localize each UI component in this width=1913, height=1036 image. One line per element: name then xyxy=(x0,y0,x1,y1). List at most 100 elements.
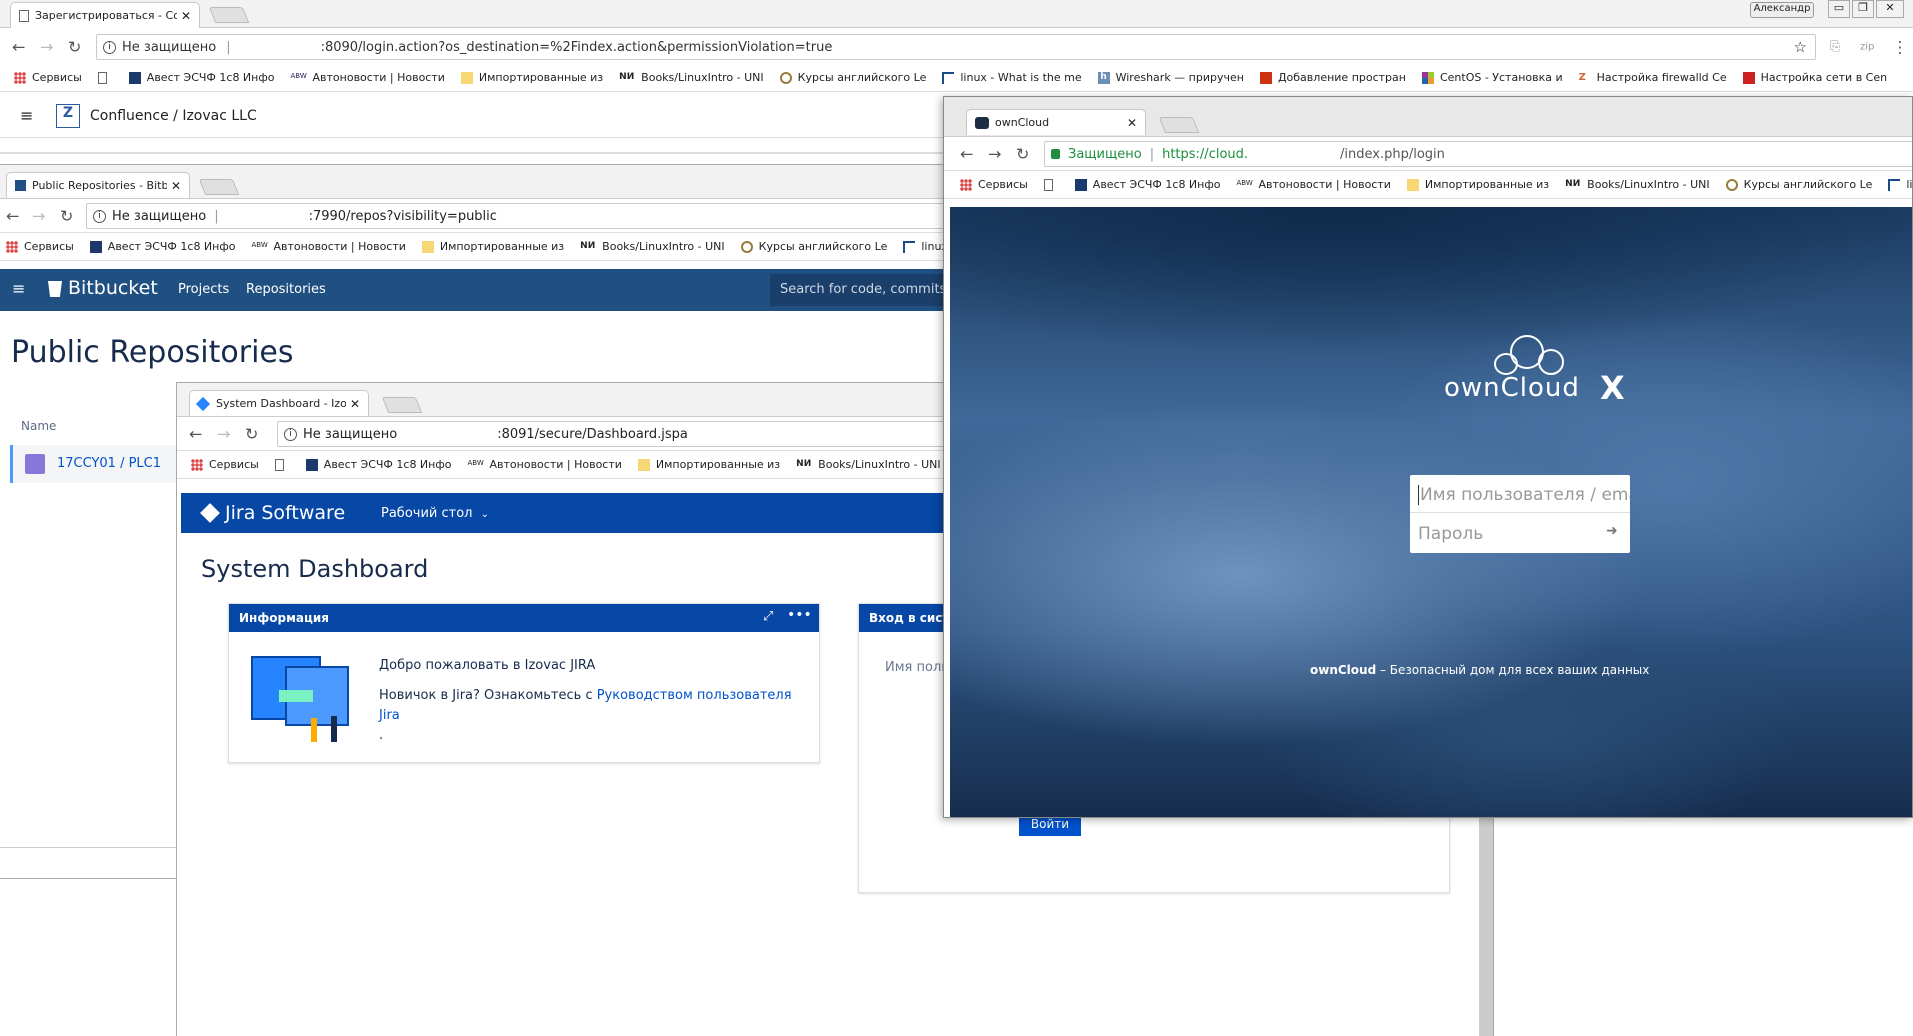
bb-nav-projects[interactable]: Projects xyxy=(178,282,229,297)
new-tab-button[interactable] xyxy=(208,7,250,23)
oc-password-input[interactable]: Пароль xyxy=(1410,514,1630,553)
jira-tab[interactable]: System Dashboard - Izovac ✕ xyxy=(189,390,369,416)
repo-name[interactable]: 17CCY01 / PLC1 xyxy=(57,456,161,471)
back-icon[interactable]: ← xyxy=(6,206,19,225)
bookmark-imported[interactable]: Импортированные из xyxy=(637,458,780,471)
confluence-title[interactable]: Confluence / Izovac LLC xyxy=(90,108,257,124)
close-icon[interactable]: ✕ xyxy=(1127,116,1137,130)
bb-nav-repositories[interactable]: Repositories xyxy=(246,282,326,297)
bookmark-apps[interactable]: Сервисы xyxy=(960,178,1028,191)
minimize-button[interactable]: ▭ xyxy=(1828,0,1850,18)
maximize-button[interactable]: ❐ xyxy=(1852,0,1874,18)
bookmark-linux-what[interactable]: linux - What is the me xyxy=(1888,178,1912,191)
bb-address-bar[interactable]: i Не защищено | :7990/repos?visibility=p… xyxy=(86,203,959,229)
bookmark-firewalld[interactable]: Z Настройка firewalld Ce xyxy=(1579,71,1727,84)
bookmark-english[interactable]: Курсы английского Le xyxy=(740,240,887,253)
close-icon[interactable]: ✕ xyxy=(181,9,191,23)
hamburger-icon[interactable]: ≡ xyxy=(20,106,33,125)
bb-col-name[interactable]: Name xyxy=(21,419,56,433)
bracket-icon xyxy=(1888,178,1901,191)
outer-tab[interactable]: Зарегистрироваться - Con ✕ xyxy=(10,2,200,28)
bookmark-imported[interactable]: Импортированные из xyxy=(460,71,603,84)
new-tab-button[interactable] xyxy=(198,179,240,195)
user-badge[interactable]: Александр xyxy=(1750,2,1814,18)
bookmark-apps[interactable]: Сервисы xyxy=(191,458,259,471)
forward-icon[interactable]: → xyxy=(40,37,53,56)
jira-logo-text[interactable]: Jira Software xyxy=(225,502,345,524)
menu-dots-icon[interactable]: ⋮ xyxy=(1892,37,1908,56)
oc-tab[interactable]: ownCloud ✕ xyxy=(966,109,1146,135)
owncloud-logo-text: ownCloud xyxy=(1444,373,1580,403)
bookmark-avest[interactable]: Авест ЭСЧФ 1с8 Инфо xyxy=(128,71,275,84)
jira-menu-dashboard[interactable]: Рабочий стол ⌄ xyxy=(381,506,489,521)
zip-extension-icon[interactable]: zip xyxy=(1860,41,1874,52)
bookmark-linuxintro[interactable]: NИ Books/LinuxIntro - UNI xyxy=(796,458,940,471)
bookmark-page[interactable] xyxy=(274,458,290,471)
bookmark-apps[interactable]: Сервисы xyxy=(6,240,74,253)
bb-logo-text[interactable]: Bitbucket xyxy=(68,277,158,299)
more-icon[interactable]: ••• xyxy=(787,607,812,623)
bookmark-autonews[interactable]: ABW Автоновости | Новости xyxy=(291,71,445,84)
bookmark-network[interactable]: Настройка сети в Cen xyxy=(1742,71,1887,84)
oc-username-input[interactable]: Имя пользователя / email xyxy=(1410,475,1630,513)
close-icon[interactable]: ✕ xyxy=(171,179,181,193)
back-icon[interactable]: ← xyxy=(12,37,25,56)
h-icon: h xyxy=(1097,71,1110,84)
bookmark-page[interactable] xyxy=(97,71,113,84)
forward-icon[interactable]: → xyxy=(32,206,45,225)
back-icon[interactable]: ← xyxy=(189,424,202,443)
bookmark-imported[interactable]: Импортированные из xyxy=(1406,178,1549,191)
forward-icon[interactable]: → xyxy=(217,424,230,443)
star-icon[interactable]: ☆ xyxy=(1794,38,1807,56)
bookmark-add-space[interactable]: Добавление простран xyxy=(1259,71,1406,84)
bb-search-input[interactable]: Search for code, commits o xyxy=(770,274,959,306)
confluence-logo-icon[interactable]: Z xyxy=(56,104,80,128)
reload-icon[interactable]: ↻ xyxy=(1016,144,1029,163)
hamburger-icon[interactable]: ≡ xyxy=(12,279,25,298)
outer-address-bar[interactable]: i Не защищено | :8090/login.action?os_de… xyxy=(96,34,1816,60)
bitbucket-logo-icon[interactable] xyxy=(48,281,62,297)
oc-login-form: Имя пользователя / email Пароль ➜ xyxy=(1410,475,1630,553)
bookmark-autonews[interactable]: ABW Автоновости | Новости xyxy=(1237,178,1391,191)
bookmark-avest[interactable]: Авест ЭСЧФ 1с8 Инфо xyxy=(1074,178,1221,191)
new-tab-button[interactable] xyxy=(381,397,423,413)
lesson-icon xyxy=(740,240,753,253)
submit-arrow-icon[interactable]: ➜ xyxy=(1606,523,1618,539)
bookmark-english[interactable]: Курсы английского Le xyxy=(779,71,926,84)
bookmark-apps[interactable]: Сервисы xyxy=(14,71,82,84)
bookmark-linuxintro[interactable]: NИ Books/LinuxIntro - UNI xyxy=(580,240,724,253)
bookmark-linux-what[interactable]: linux - What is the me xyxy=(942,71,1082,84)
centos-icon xyxy=(1421,71,1434,84)
apps-icon xyxy=(14,71,26,84)
bookmark-avest[interactable]: Авест ЭСЧФ 1с8 Инфо xyxy=(89,240,236,253)
reload-icon[interactable]: ↻ xyxy=(68,37,81,56)
back-icon[interactable]: ← xyxy=(960,144,973,163)
expand-icon[interactable]: ⤢ xyxy=(763,609,773,624)
reload-icon[interactable]: ↻ xyxy=(60,206,73,225)
folder-icon xyxy=(421,240,434,253)
jira-logo-icon[interactable] xyxy=(200,503,220,523)
bookmark-centos[interactable]: CentOS - Установка и xyxy=(1421,71,1563,84)
new-tab-button[interactable] xyxy=(1158,117,1200,133)
bb-repo-row[interactable]: 17CCY01 / PLC1 xyxy=(10,445,178,483)
close-icon[interactable]: ✕ xyxy=(350,397,360,411)
bookmark-autonews[interactable]: ABW Автоновости | Новости xyxy=(252,240,406,253)
page-icon xyxy=(1043,178,1053,191)
bb-tab[interactable]: Public Repositories - Bitbuc ✕ xyxy=(6,172,190,198)
bookmark-imported[interactable]: Импортированные из xyxy=(421,240,564,253)
pdf-extension-icon[interactable]: ⎘ xyxy=(1830,39,1840,54)
bookmark-wireshark[interactable]: h Wireshark — приручен xyxy=(1097,71,1244,84)
abw-icon: ABW xyxy=(251,240,268,249)
bookmark-autonews[interactable]: ABW Автоновости | Новости xyxy=(468,458,622,471)
bookmark-page[interactable] xyxy=(1043,178,1059,191)
bookmark-avest[interactable]: Авест ЭСЧФ 1с8 Инфо xyxy=(305,458,452,471)
oc-address-bar[interactable]: Защищено | https://cloud. /index.php/log… xyxy=(1044,141,1912,167)
bracket-icon xyxy=(942,71,955,84)
bookmark-linuxintro[interactable]: NИ Books/LinuxIntro - UNI xyxy=(619,71,763,84)
close-window-button[interactable]: ✕ xyxy=(1876,0,1904,18)
bookmark-linuxintro[interactable]: NИ Books/LinuxIntro - UNI xyxy=(1565,178,1709,191)
oc-footer-text: – Безопасный дом для всех ваших данных xyxy=(1376,663,1650,677)
bookmark-english[interactable]: Курсы английского Le xyxy=(1725,178,1872,191)
forward-icon[interactable]: → xyxy=(988,144,1001,163)
reload-icon[interactable]: ↻ xyxy=(245,424,258,443)
